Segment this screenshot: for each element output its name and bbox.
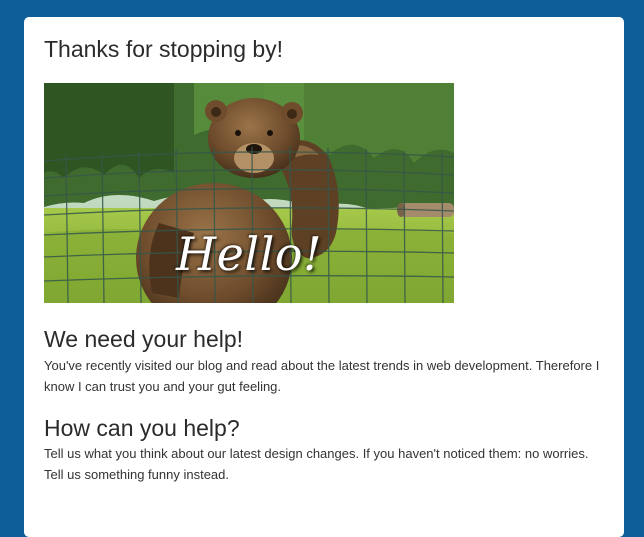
page-title: Thanks for stopping by! xyxy=(44,36,284,62)
section-heading-need-help: We need your help! xyxy=(44,326,244,352)
message-card: Thanks for stopping by! Hello! We need y… xyxy=(24,17,624,537)
section-heading-how-help: How can you help? xyxy=(44,415,240,441)
section-body-need-help: You've recently visited our blog and rea… xyxy=(44,358,600,394)
hero-image: Hello! xyxy=(44,83,454,303)
section-body-how-help: Tell us what you think about our latest … xyxy=(44,446,589,482)
hero-caption: Hello! xyxy=(176,227,322,281)
